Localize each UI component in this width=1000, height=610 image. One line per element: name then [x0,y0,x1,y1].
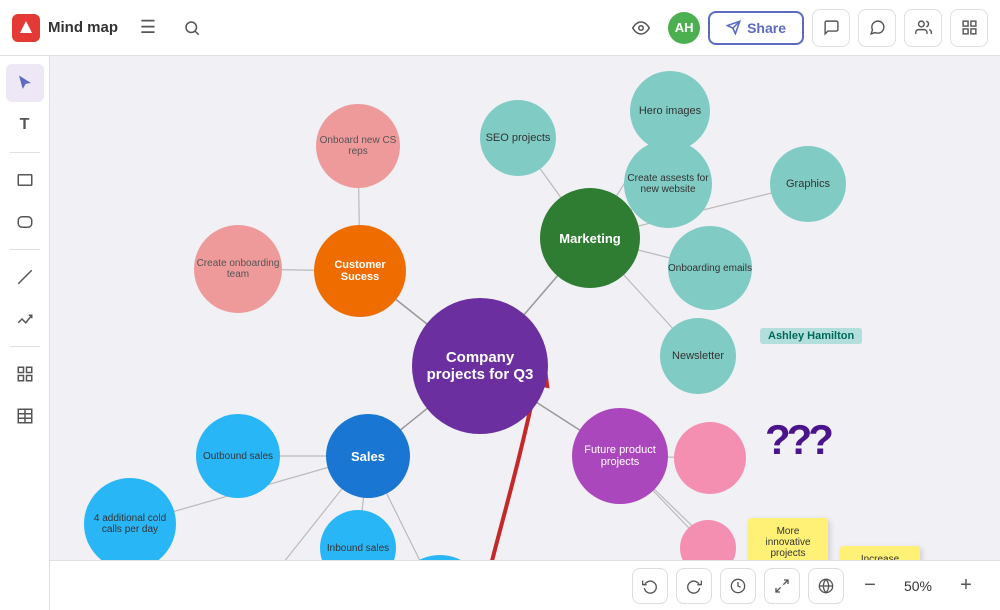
connector-tool[interactable] [6,300,44,338]
select-tool[interactable] [6,64,44,102]
node-future[interactable]: Future product projects [572,408,668,504]
node-graphics[interactable]: Graphics [770,146,846,222]
question-marks: ??? [765,416,830,464]
rounded-rect-tool[interactable] [6,203,44,241]
user-avatar[interactable]: AH [668,12,700,44]
center-node[interactable]: Company projects for Q3 [412,298,548,434]
share-button[interactable]: Share [708,11,804,45]
undo-button[interactable] [632,568,668,604]
node-pink1[interactable] [674,422,746,494]
node-create[interactable]: Create assests for new website [624,140,712,228]
zoom-level: 50% [896,578,940,594]
node-outbound[interactable]: Outbound sales [196,414,280,498]
chat-button[interactable] [858,9,896,47]
location-button[interactable] [808,568,844,604]
node-customer[interactable]: Customer Sucess [314,225,406,317]
node-sales[interactable]: Sales [326,414,410,498]
preview-button[interactable] [622,13,660,43]
header: Mind map ☰ AH Share [0,0,1000,56]
node-cold-calls[interactable]: 4 additional cold calls per day [84,478,176,570]
pages-button[interactable] [950,9,988,47]
node-onboarding-email[interactable]: Onboarding emails [668,226,752,310]
node-hero[interactable]: Hero images [630,71,710,151]
redo-button[interactable] [676,568,712,604]
node-newsletter[interactable]: Newsletter [660,318,736,394]
grid-tool[interactable] [6,355,44,393]
node-marketing[interactable]: Marketing [540,188,640,288]
line-tool[interactable] [6,258,44,296]
people-button[interactable] [904,9,942,47]
node-create-team[interactable]: Create onboarding team [194,225,282,313]
history-button[interactable] [720,568,756,604]
menu-button[interactable]: ☰ [130,10,166,46]
logo-icon[interactable] [12,14,40,42]
zoom-in-button[interactable]: + [948,568,984,604]
left-toolbar: T [0,56,50,610]
text-tool[interactable]: T [6,106,44,144]
table-tool[interactable] [6,397,44,435]
canvas[interactable]: Company projects for Q3 Marketing Sales … [50,56,1000,610]
cursor-label: Ashley Hamilton [760,328,862,344]
search-button[interactable] [174,10,210,46]
rectangle-tool[interactable] [6,161,44,199]
zoom-out-button[interactable]: − [852,568,888,604]
comment-button[interactable] [812,9,850,47]
node-seo[interactable]: SEO projects [480,100,556,176]
fullscreen-button[interactable] [764,568,800,604]
app-title: Mind map [48,19,118,36]
node-onboard-cs[interactable]: Onboard new CS reps [316,104,400,188]
bottom-toolbar: − 50% + [50,560,1000,610]
